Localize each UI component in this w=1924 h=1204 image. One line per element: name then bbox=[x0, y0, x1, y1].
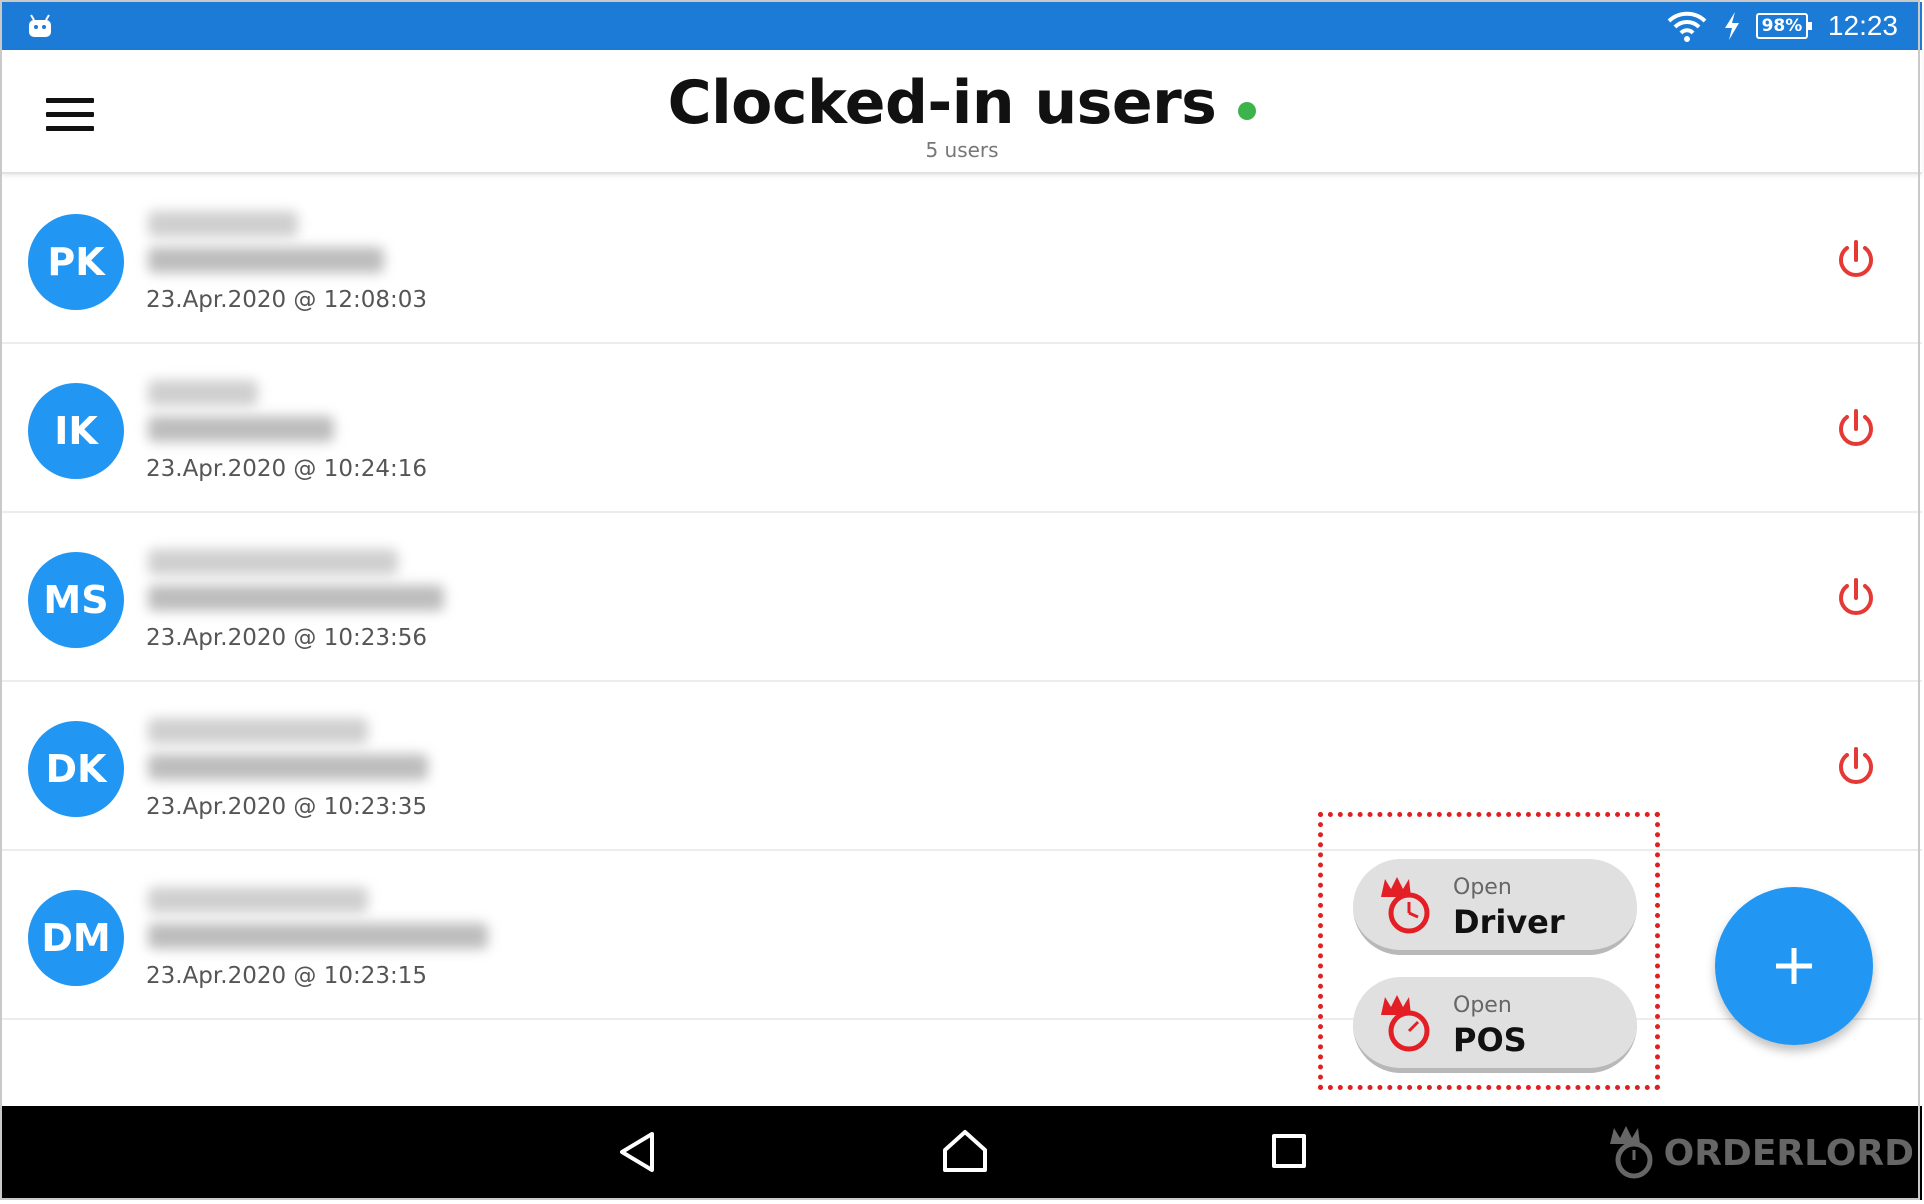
user-count: 5 users bbox=[925, 138, 999, 162]
recent-apps-icon[interactable] bbox=[1272, 1134, 1306, 1168]
list-item[interactable]: PK 23.Apr.2020 @ 12:08:03 bbox=[2, 175, 1922, 344]
list-item[interactable]: MS 23.Apr.2020 @ 10:23:56 bbox=[2, 513, 1922, 682]
avatar: DK bbox=[28, 721, 124, 817]
page-title: Clocked-in users bbox=[667, 68, 1217, 138]
status-bar: 98% 12:23 bbox=[2, 2, 1922, 50]
online-status-dot-icon bbox=[1238, 101, 1257, 120]
clock-in-time: 23.Apr.2020 @ 10:23:15 bbox=[146, 963, 428, 989]
quick-actions-highlight: Open Driver Open POS bbox=[1318, 812, 1660, 1090]
redacted-name bbox=[148, 211, 298, 237]
add-user-button[interactable] bbox=[1715, 887, 1873, 1045]
avatar: MS bbox=[28, 552, 124, 648]
battery-level: 98% bbox=[1761, 16, 1803, 36]
charging-bolt-icon bbox=[1724, 12, 1739, 40]
brand-logo: ORDERLORD bbox=[1604, 1124, 1914, 1182]
clock-in-time: 23.Apr.2020 @ 10:23:56 bbox=[146, 625, 428, 651]
open-pos-label: POS bbox=[1453, 1021, 1527, 1059]
plus-icon bbox=[1776, 948, 1812, 984]
open-driver-button[interactable]: Open Driver bbox=[1353, 859, 1637, 955]
open-pos-prefix: Open bbox=[1453, 993, 1512, 1018]
brand-name: ORDERLORD bbox=[1663, 1132, 1914, 1174]
open-pos-button[interactable]: Open POS bbox=[1353, 977, 1637, 1073]
clock-in-time: 23.Apr.2020 @ 12:08:03 bbox=[146, 287, 428, 313]
redacted-email bbox=[148, 754, 428, 780]
clock-out-power-icon[interactable] bbox=[1834, 745, 1878, 789]
clock-out-power-icon[interactable] bbox=[1834, 407, 1878, 451]
redacted-name bbox=[148, 549, 398, 575]
app-header: Clocked-in users 5 users bbox=[2, 50, 1922, 174]
open-driver-label: Driver bbox=[1453, 903, 1565, 941]
clock-in-time: 23.Apr.2020 @ 10:23:35 bbox=[146, 794, 428, 820]
redacted-name bbox=[148, 887, 368, 913]
redacted-name bbox=[148, 380, 258, 406]
android-nav-bar: ORDERLORD bbox=[2, 1106, 1922, 1200]
open-driver-prefix: Open bbox=[1453, 875, 1512, 900]
status-clock: 12:23 bbox=[1827, 10, 1898, 41]
title-group: Clocked-in users bbox=[2, 68, 1922, 138]
avatar: DM bbox=[28, 890, 124, 986]
redacted-email bbox=[148, 585, 444, 611]
orderlord-stopwatch-icon bbox=[1381, 877, 1430, 934]
redacted-email bbox=[148, 416, 334, 442]
avatar: PK bbox=[28, 214, 124, 310]
clock-out-power-icon[interactable] bbox=[1834, 576, 1878, 620]
avatar: IK bbox=[28, 383, 124, 479]
redacted-email bbox=[148, 247, 384, 273]
home-icon[interactable] bbox=[942, 1128, 988, 1174]
orderlord-stopwatch-icon bbox=[1381, 995, 1430, 1052]
wifi-icon bbox=[1667, 11, 1707, 42]
battery-icon: 98% bbox=[1755, 13, 1812, 39]
clock-out-power-icon[interactable] bbox=[1834, 238, 1878, 282]
redacted-email bbox=[148, 923, 488, 949]
android-debug-icon bbox=[29, 14, 51, 37]
clock-in-time: 23.Apr.2020 @ 10:24:16 bbox=[146, 456, 428, 482]
list-item[interactable]: IK 23.Apr.2020 @ 10:24:16 bbox=[2, 344, 1922, 513]
back-icon[interactable] bbox=[618, 1130, 658, 1174]
redacted-name bbox=[148, 718, 368, 744]
orderlord-logo-icon bbox=[1609, 1126, 1653, 1179]
